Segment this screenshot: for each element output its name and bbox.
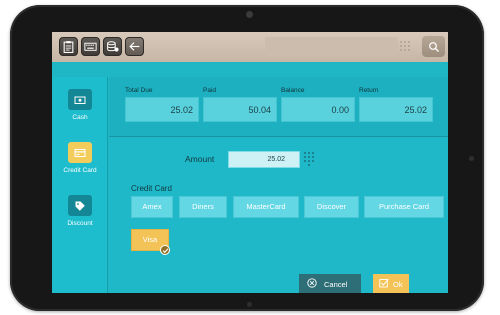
payment-summary: Total Due 25.02 Paid 50.04 Balance 0.00 … (109, 77, 448, 137)
sidebar-item-label: Cash (72, 114, 88, 121)
paid-value: 50.04 (203, 97, 277, 122)
back-button[interactable] (125, 37, 144, 56)
top-toolbar (52, 32, 448, 62)
return-label: Return (359, 87, 379, 94)
selected-check-icon (160, 245, 170, 255)
sensor-dot (469, 156, 474, 161)
clipboard-button[interactable] (59, 37, 78, 56)
database-button[interactable] (103, 37, 122, 56)
total-due-label: Total Due (125, 87, 153, 94)
tag-icon-box (68, 195, 92, 216)
credit-card-icon-box (68, 142, 92, 163)
return-value: 25.02 (359, 97, 433, 122)
sidebar-item-label: Discount (67, 220, 93, 227)
search-input[interactable] (265, 37, 398, 56)
total-due-value: 25.02 (125, 97, 199, 122)
card-mastercard-button[interactable]: MasterCard (233, 196, 299, 218)
keypad-icon[interactable] (400, 41, 410, 52)
camera-icon (246, 11, 253, 18)
cash-icon-box (68, 89, 92, 110)
balance-label: Balance (281, 87, 305, 94)
tag-icon (75, 201, 85, 211)
ok-button[interactable]: Ok (373, 274, 409, 293)
search-icon (428, 41, 439, 52)
credit-card-panel: Amount 25.02 Credit Card Amex Diners Mas… (109, 138, 448, 293)
pos-screen: Cash Credit Card Discount Total Due 25.0… (52, 32, 448, 293)
keyboard-icon (84, 42, 97, 51)
total-due-field: Total Due 25.02 (125, 87, 199, 122)
card-purchase-card-button[interactable]: Purchase Card (364, 196, 444, 218)
amount-label: Amount (185, 154, 215, 164)
payment-method-sidebar: Cash Credit Card Discount (52, 77, 108, 293)
sidebar-item-cash[interactable]: Cash (52, 89, 108, 135)
credit-card-section-label: Credit Card (131, 184, 172, 193)
cancel-button[interactable]: Cancel (299, 274, 361, 293)
card-discover-button[interactable]: Discover (304, 196, 359, 218)
sidebar-item-discount[interactable]: Discount (52, 195, 108, 241)
keypad-icon[interactable] (304, 152, 314, 166)
database-user-icon (107, 41, 119, 52)
close-circle-icon (307, 278, 317, 288)
check-box-icon (379, 278, 389, 288)
home-dot (247, 302, 252, 307)
tablet-frame: Cash Credit Card Discount Total Due 25.0… (10, 5, 484, 311)
amount-field[interactable]: 25.02 (228, 151, 300, 168)
paid-field: Paid 50.04 (203, 87, 277, 122)
balance-value: 0.00 (281, 97, 355, 122)
cancel-label: Cancel (324, 280, 348, 289)
card-diners-button[interactable]: Diners (179, 196, 227, 218)
balance-field: Balance 0.00 (281, 87, 355, 122)
return-field: Return 25.02 (359, 87, 433, 122)
sidebar-item-label: Credit Card (63, 167, 97, 174)
card-amex-button[interactable]: Amex (131, 196, 173, 218)
clipboard-icon (63, 41, 74, 53)
keyboard-button[interactable] (81, 37, 100, 56)
ok-label: Ok (393, 280, 403, 289)
search-button[interactable] (422, 36, 445, 57)
cash-icon (74, 96, 86, 104)
paid-label: Paid (203, 87, 217, 94)
credit-card-icon (74, 148, 86, 157)
sidebar-item-credit-card[interactable]: Credit Card (52, 142, 108, 188)
back-arrow-icon (129, 42, 140, 51)
